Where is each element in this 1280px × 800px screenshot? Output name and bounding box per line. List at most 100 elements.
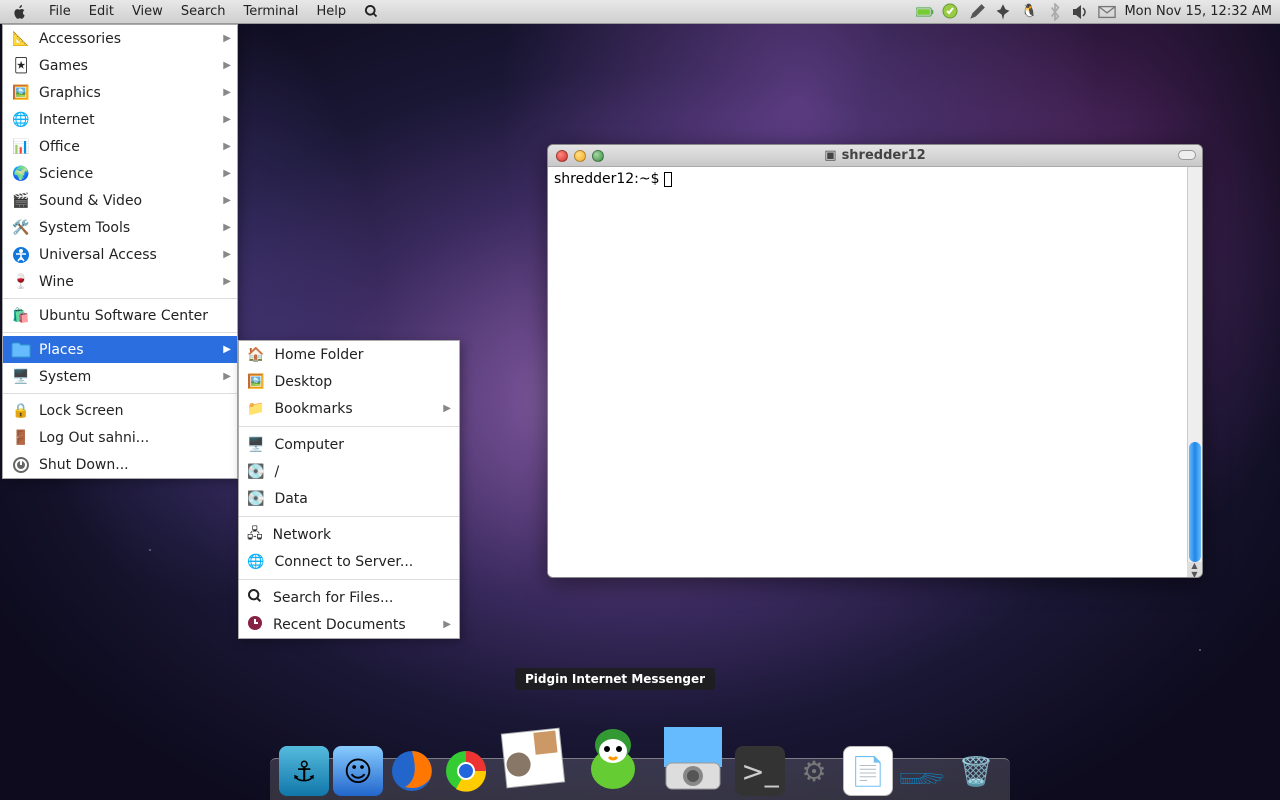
chevron-right-icon: ▶ — [223, 276, 231, 287]
menu-games[interactable]: 🃏Games▶ — [3, 52, 237, 79]
menu-item-label: Graphics — [39, 85, 101, 101]
graphics-icon: 🖼️ — [11, 83, 31, 103]
dock-feather[interactable]: 𓆃 — [897, 746, 947, 796]
terminal-window[interactable]: ▣shredder12 shredder12:~$ ▲▼ — [547, 144, 1203, 578]
dock-pidgin[interactable] — [575, 720, 651, 796]
menu-item-label: Lock Screen — [39, 403, 124, 419]
menu-system-tools[interactable]: 🛠️System Tools▶ — [3, 214, 237, 241]
office-icon: 📊 — [11, 137, 31, 157]
chevron-right-icon: ▶ — [223, 114, 231, 125]
soundvideo-icon: 🎬 — [11, 191, 31, 211]
window-titlebar[interactable]: ▣shredder12 — [548, 145, 1202, 167]
menu-graphics[interactable]: 🖼️ Graphics ▶ — [3, 79, 237, 106]
wine-icon: 🍷 — [11, 272, 31, 292]
computer-icon: 🖥️ — [247, 437, 264, 453]
chevron-right-icon: ▶ — [223, 249, 231, 260]
chevron-right-icon: ▶ — [223, 222, 231, 233]
menu-office[interactable]: 📊Office▶ — [3, 133, 237, 160]
dock-anchor[interactable]: ⚓ — [279, 746, 329, 796]
terminal-body[interactable]: shredder12:~$ — [548, 167, 1187, 577]
menu-science[interactable]: 🌍Science▶ — [3, 160, 237, 187]
lock-icon: 🔒 — [11, 401, 31, 421]
places-search[interactable]: Search for Files... — [239, 584, 459, 611]
pin-icon[interactable] — [994, 3, 1012, 21]
menu-logout[interactable]: 🚪Log Out sahni... — [3, 424, 237, 451]
places-data[interactable]: 💽Data — [239, 485, 459, 512]
scroll-thumb[interactable] — [1189, 442, 1201, 562]
chevron-right-icon: ▶ — [223, 344, 231, 355]
menu-accessories[interactable]: 📐Accessories▶ — [3, 25, 237, 52]
dock-camera[interactable] — [655, 720, 731, 796]
window-grip[interactable] — [1178, 150, 1196, 160]
dock-firefox[interactable] — [387, 746, 437, 796]
battery-icon[interactable] — [916, 3, 934, 21]
vertical-scrollbar[interactable] — [1187, 167, 1202, 562]
menu-universal-access[interactable]: Universal Access ▶ — [3, 241, 237, 268]
dock-trash[interactable]: 🗑️ — [951, 746, 1001, 796]
menu-shutdown[interactable]: Shut Down... — [3, 451, 237, 478]
volume-icon[interactable] — [1072, 3, 1090, 21]
menu-system[interactable]: 🖥️System▶ — [3, 363, 237, 390]
menu-internet[interactable]: 🌐Internet▶ — [3, 106, 237, 133]
bluetooth-icon[interactable] — [1046, 3, 1064, 21]
menu-item-label: Universal Access — [39, 247, 157, 263]
menu-item-label: Sound & Video — [39, 193, 142, 209]
dock-finder[interactable]: ☺ — [333, 746, 383, 796]
places-recent[interactable]: Recent Documents▶ — [239, 611, 459, 638]
places-bookmarks[interactable]: 📁Bookmarks▶ — [239, 395, 459, 422]
dock-terminal[interactable]: >_ — [735, 746, 785, 796]
recent-icon — [247, 615, 263, 635]
chevron-right-icon: ▶ — [223, 168, 231, 179]
pen-icon[interactable] — [968, 3, 986, 21]
menu-help[interactable]: Help — [307, 0, 355, 24]
power-icon — [11, 455, 31, 475]
internet-icon: 🌐 — [11, 110, 31, 130]
menu-software-center[interactable]: 🛍️ Ubuntu Software Center — [3, 302, 237, 329]
window-title: ▣shredder12 — [548, 148, 1202, 163]
menu-search[interactable]: Search — [172, 0, 235, 24]
places-computer[interactable]: 🖥️Computer — [239, 431, 459, 458]
scroll-buttons[interactable]: ▲▼ — [1187, 562, 1202, 577]
menu-edit[interactable]: Edit — [80, 0, 123, 24]
dock-settings[interactable]: ⚙ — [789, 746, 839, 796]
software-center-icon: 🛍️ — [11, 306, 31, 326]
menu-item-label: System — [39, 369, 91, 385]
drive-icon: 💽 — [247, 491, 264, 507]
menu-item-label: Ubuntu Software Center — [39, 308, 208, 324]
menu-file[interactable]: File — [40, 0, 80, 24]
chevron-right-icon: ▶ — [223, 87, 231, 98]
menu-view[interactable]: View — [123, 0, 172, 24]
places-connect[interactable]: 🌐Connect to Server... — [239, 548, 459, 575]
update-icon[interactable] — [942, 3, 960, 21]
places-home[interactable]: 🏠Home Folder — [239, 341, 459, 368]
bookmarks-icon: 📁 — [247, 401, 264, 417]
menu-item-label: Recent Documents — [273, 617, 406, 633]
dock-editor[interactable]: 📄 — [843, 746, 893, 796]
menu-item-label: Bookmarks — [274, 401, 352, 417]
dock-chrome[interactable] — [441, 746, 491, 796]
menu-item-label: Home Folder — [274, 347, 363, 363]
places-root[interactable]: 💽/ — [239, 458, 459, 485]
menu-lock-screen[interactable]: 🔒 Lock Screen — [3, 397, 237, 424]
menu-wine[interactable]: 🍷 Wine ▶ — [3, 268, 237, 295]
terminal-cursor — [664, 172, 672, 187]
menu-item-label: Network — [273, 527, 331, 543]
places-desktop[interactable]: 🖼️Desktop — [239, 368, 459, 395]
menu-item-label: Log Out sahni... — [39, 430, 149, 446]
places-network[interactable]: 🖧Network — [239, 521, 459, 548]
dock-mail[interactable] — [491, 716, 575, 800]
applications-menu: 📐Accessories▶ 🃏Games▶ 🖼️ Graphics ▶ 🌐Inter… — [2, 24, 238, 479]
menu-terminal[interactable]: Terminal — [234, 0, 307, 24]
menu-places[interactable]: Places▶ — [3, 336, 237, 363]
systemtools-icon: 🛠️ — [11, 218, 31, 238]
tux-icon[interactable]: 🐧 — [1020, 3, 1038, 21]
menu-item-label: Wine — [39, 274, 74, 290]
mail-icon[interactable] — [1098, 3, 1116, 21]
menu-sound-video[interactable]: 🎬Sound & Video▶ — [3, 187, 237, 214]
spotlight-icon[interactable] — [355, 0, 388, 24]
apple-menu-icon[interactable] — [0, 4, 40, 20]
system-tray: 🐧 Mon Nov 15, 12:32 AM — [916, 3, 1280, 21]
menu-item-label: / — [274, 464, 279, 480]
clock-text[interactable]: Mon Nov 15, 12:32 AM — [1124, 4, 1272, 19]
menu-item-label: Connect to Server... — [274, 554, 413, 570]
